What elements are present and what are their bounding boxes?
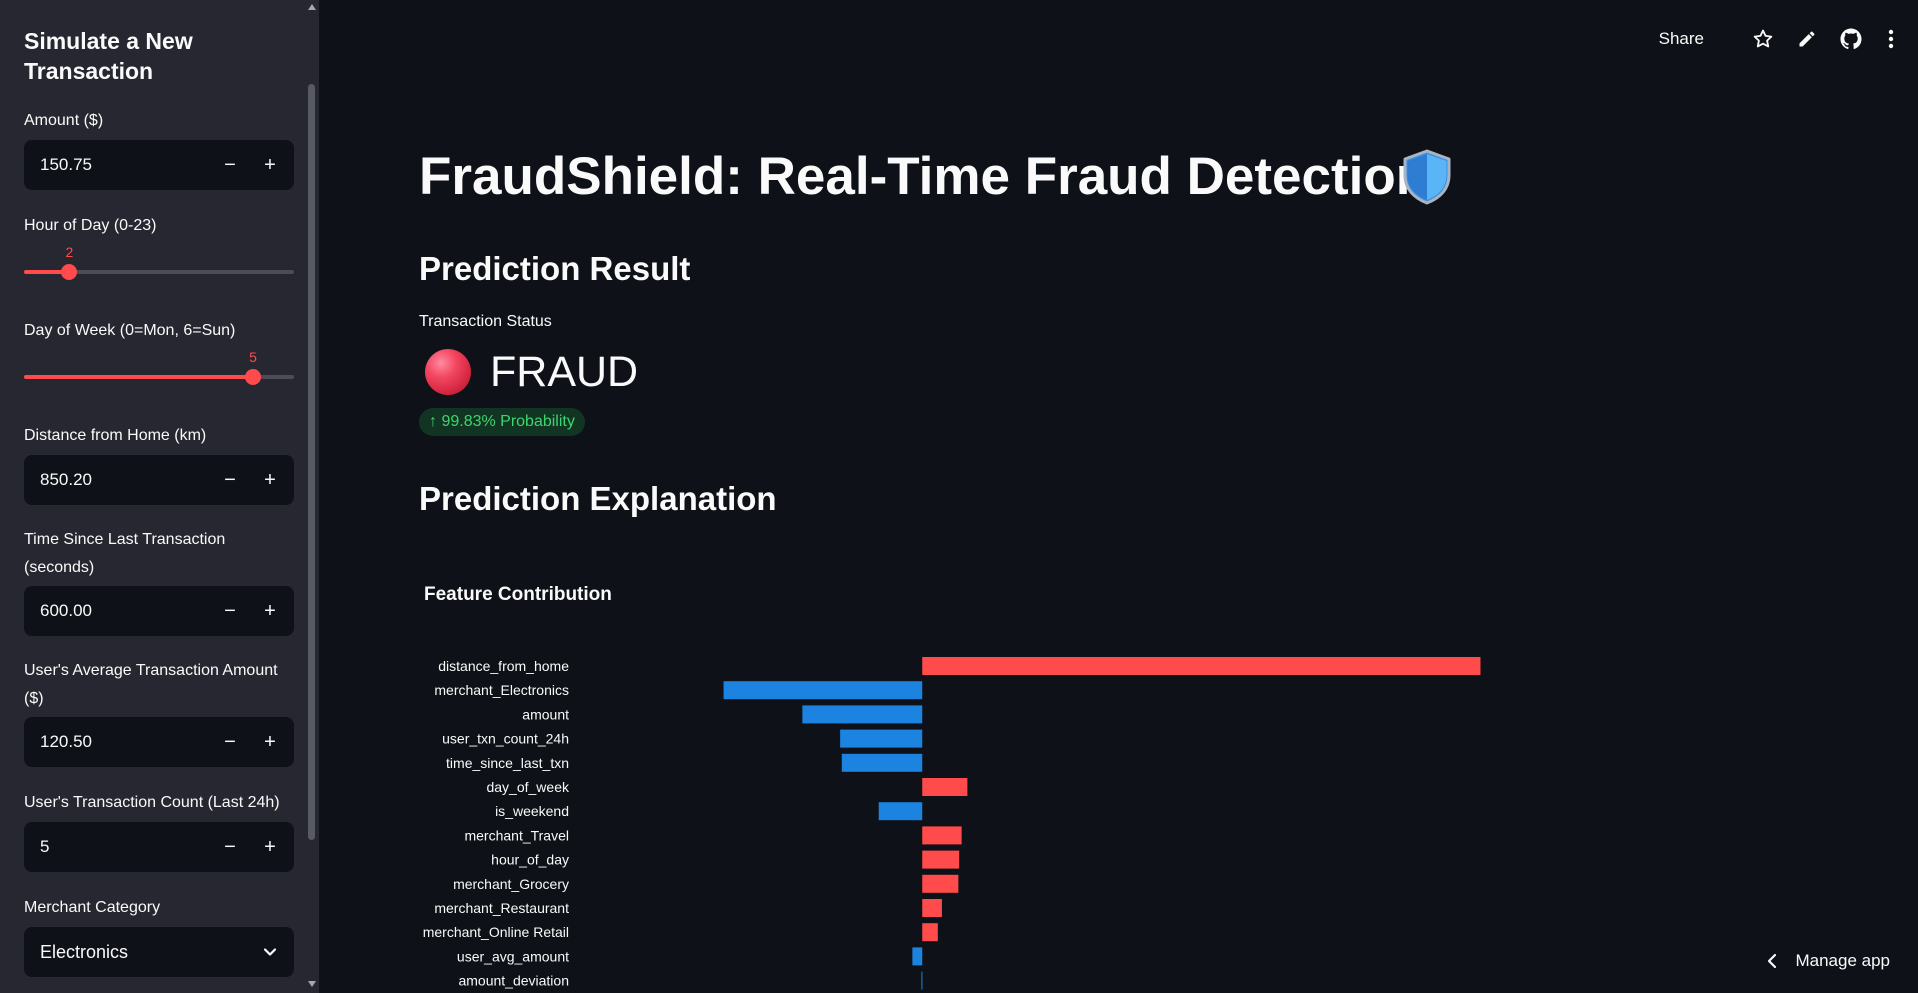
- chart-bar: [922, 923, 938, 942]
- amount-label: Amount ($): [24, 112, 104, 129]
- chart-bar: [922, 874, 959, 893]
- chart-tick-label: merchant_Electronics: [434, 682, 569, 698]
- chart-bar: [921, 971, 923, 990]
- sidebar-title: Simulate a New Transaction: [24, 28, 193, 84]
- distance-decrement-button[interactable]: −: [210, 455, 250, 505]
- chart-bar: [922, 899, 942, 917]
- metric-value: FRAUD: [490, 348, 639, 396]
- hour-label: Hour of Day (0-23): [24, 217, 157, 234]
- chart-bar: [802, 705, 923, 724]
- chart-tick-label: user_txn_count_24h: [442, 731, 569, 747]
- hour-slider-value: 2: [65, 244, 74, 260]
- chart-tick-label: merchant_Travel: [464, 827, 569, 843]
- sidebar-scrollbar[interactable]: [308, 84, 315, 840]
- chart-tick-label: distance_from_home: [438, 658, 569, 674]
- red-circle-icon: [425, 349, 471, 395]
- amount-increment-button[interactable]: +: [250, 140, 290, 190]
- distance-value[interactable]: 850.20: [40, 455, 92, 505]
- txn-count-increment-button[interactable]: +: [250, 822, 290, 872]
- scroll-up-arrow-icon[interactable]: [307, 3, 317, 11]
- avg-amount-label: User's Average Transaction Amount ($): [24, 662, 278, 707]
- chart-tick-label: day_of_week: [486, 779, 570, 795]
- chart-tick-label: hour_of_day: [491, 852, 569, 868]
- chart-bar: [840, 729, 923, 748]
- txn-count-label: User's Transaction Count (Last 24h): [24, 794, 280, 811]
- dow-slider[interactable]: 5: [24, 349, 294, 391]
- dow-label: Day of Week (0=Mon, 6=Sun): [24, 322, 236, 339]
- chart-tick-label: amount_deviation: [458, 973, 569, 989]
- chevron-down-icon[interactable]: [262, 944, 278, 960]
- chart-tick-label: amount: [522, 706, 569, 722]
- distance-input[interactable]: 850.20 − +: [24, 455, 294, 505]
- time-since-increment-button[interactable]: +: [250, 586, 290, 636]
- edit-pencil-icon[interactable]: [1796, 28, 1818, 50]
- shield-icon: [1403, 149, 1451, 205]
- distance-label: Distance from Home (km): [24, 427, 207, 444]
- more-vertical-icon[interactable]: [1880, 28, 1902, 50]
- merchant-select[interactable]: Electronics: [24, 927, 294, 977]
- chart-bar: [922, 826, 962, 845]
- probability-delta-badge: ↑ 99.83% Probability: [419, 408, 585, 436]
- txn-count-value[interactable]: 5: [40, 822, 49, 872]
- dow-slider-value: 5: [249, 349, 257, 365]
- chart-tick-label: merchant_Grocery: [453, 876, 569, 892]
- chart-tick-label: is_weekend: [495, 803, 569, 819]
- merchant-label: Merchant Category: [24, 899, 161, 916]
- distance-increment-button[interactable]: +: [250, 455, 290, 505]
- chart-bar: [922, 657, 1481, 675]
- dow-slider-thumb[interactable]: [245, 369, 261, 385]
- hour-slider-thumb[interactable]: [61, 264, 78, 280]
- star-icon[interactable]: [1752, 28, 1774, 50]
- amount-input[interactable]: 150.75 − +: [24, 140, 294, 190]
- time-since-input[interactable]: 600.00 − +: [24, 586, 294, 636]
- share-button[interactable]: Share: [1659, 29, 1704, 49]
- chart-tick-label: merchant_Restaurant: [434, 900, 569, 916]
- prediction-result-heading: Prediction Result: [419, 250, 691, 287]
- hour-slider[interactable]: 2: [24, 244, 294, 286]
- chart-bar: [878, 802, 923, 821]
- avg-amount-value[interactable]: 120.50: [40, 717, 92, 767]
- chart-bar: [723, 681, 923, 700]
- amount-decrement-button[interactable]: −: [210, 140, 250, 190]
- txn-count-input[interactable]: 5 − +: [24, 822, 294, 872]
- scroll-down-arrow-icon[interactable]: [307, 980, 317, 988]
- chevron-left-icon: [1768, 953, 1777, 969]
- app-root: Simulate a New Transaction Amount ($) 15…: [0, 0, 1918, 993]
- chart-bar: [912, 947, 923, 966]
- avg-amount-decrement-button[interactable]: −: [210, 717, 250, 767]
- txn-count-decrement-button[interactable]: −: [210, 822, 250, 872]
- avg-amount-increment-button[interactable]: +: [250, 717, 290, 767]
- chart-bar: [922, 850, 960, 869]
- chart-tick-label: time_since_last_txn: [446, 755, 569, 771]
- time-since-decrement-button[interactable]: −: [210, 586, 250, 636]
- manage-app-label: Manage app: [1795, 951, 1890, 970]
- feature-contribution-chart: distance_from_home merchant_Electronicsam…: [423, 657, 1481, 990]
- page-title: FraudShield: Real-Time Fraud Detection: [419, 147, 1429, 206]
- merchant-selected-value[interactable]: Electronics: [40, 927, 128, 977]
- time-since-value[interactable]: 600.00: [40, 586, 92, 636]
- time-since-label: Time Since Last Transaction (seconds): [24, 531, 226, 576]
- github-icon[interactable]: [1840, 28, 1862, 50]
- prediction-explanation-heading: Prediction Explanation: [419, 480, 777, 517]
- chart-tick-label: merchant_Online Retail: [423, 924, 569, 940]
- toolbar: Share: [1659, 22, 1902, 56]
- chart-tick-label: user_avg_amount: [457, 948, 569, 964]
- chart-bar: [841, 753, 923, 772]
- amount-value[interactable]: 150.75: [40, 140, 92, 190]
- chart-bar: [922, 778, 968, 796]
- manage-app-button[interactable]: Manage app: [1767, 951, 1890, 971]
- avg-amount-input[interactable]: 120.50 − +: [24, 717, 294, 767]
- dow-slider-fill: [24, 375, 253, 379]
- sidebar: Simulate a New Transaction Amount ($) 15…: [0, 0, 319, 993]
- metric-label: Transaction Status: [419, 313, 552, 330]
